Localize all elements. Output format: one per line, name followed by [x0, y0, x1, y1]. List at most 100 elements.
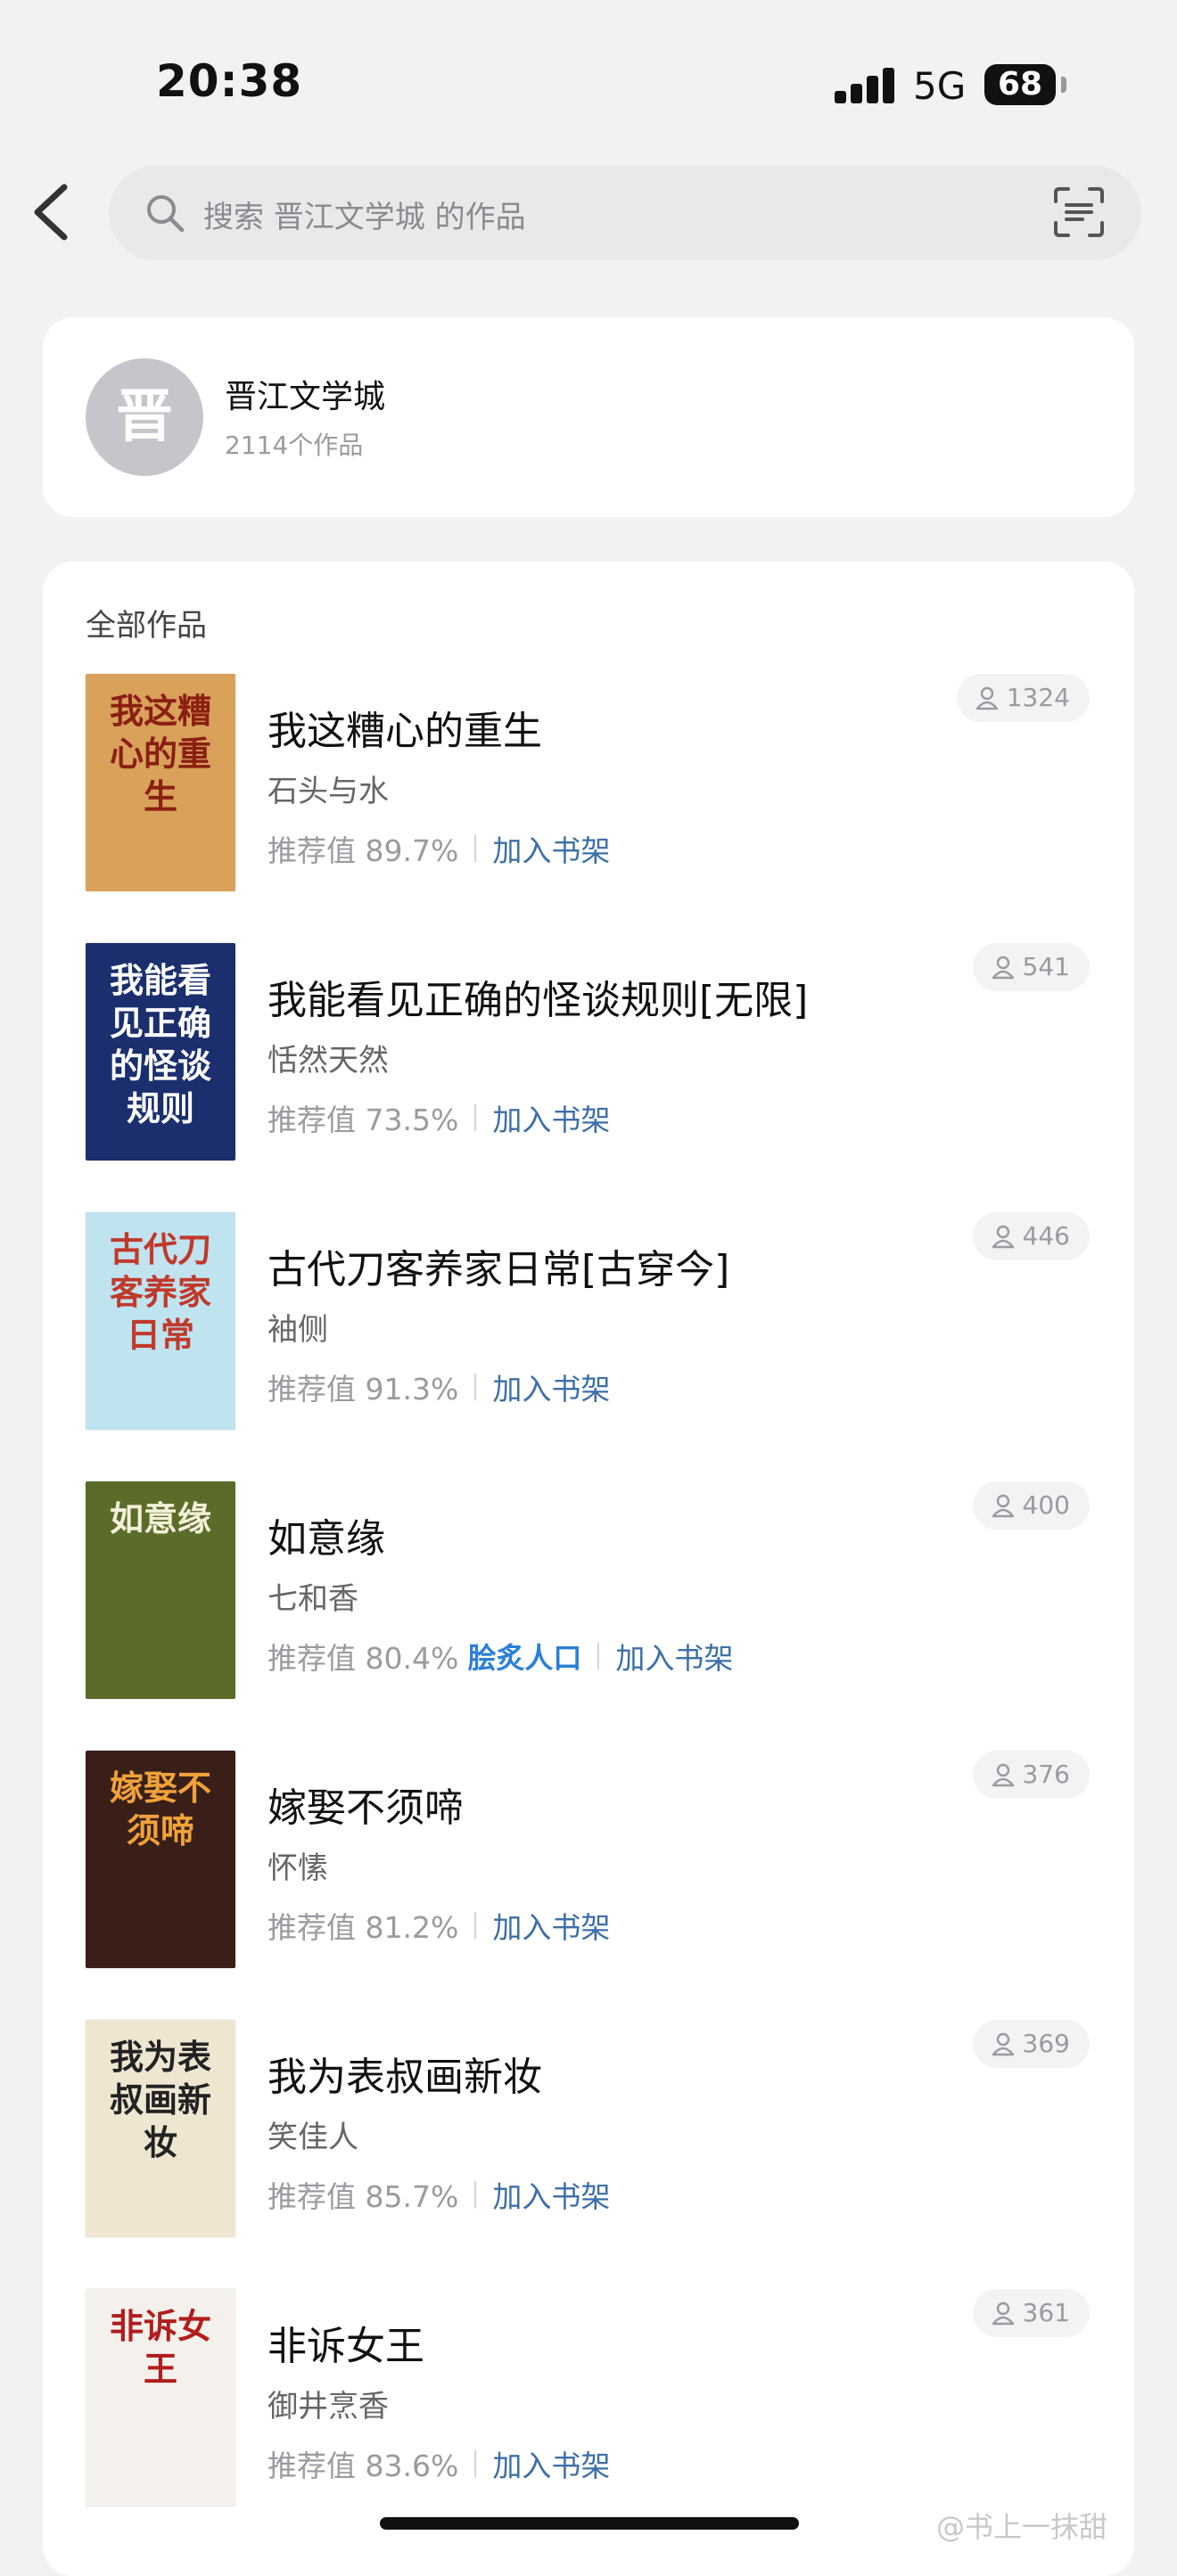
book-item[interactable]: 嫁娶不须啼 嫁娶不须啼 怀愫 推荐值 81.2% 加入书架 376 [43, 1751, 1134, 1970]
status-bar: 20:38 5G 68 [0, 0, 1177, 160]
divider [474, 1912, 477, 1939]
add-to-shelf-button[interactable]: 加入书架 [492, 1366, 610, 1408]
book-author[interactable]: 笑佳人 [268, 2112, 358, 2156]
book-meta: 推荐值 89.7% 加入书架 [268, 827, 610, 870]
book-meta: 推荐值 80.4% 脍炙人口 加入书架 [268, 1635, 733, 1678]
read-count: 369 [1022, 2029, 1070, 2058]
book-cover[interactable]: 我为表叔画新妆 [86, 2020, 235, 2237]
book-title: 嫁娶不须啼 [268, 1785, 464, 1831]
book-item[interactable]: 古代刀客养家日常 古代刀客养家日常[古穿今] 袖侧 推荐值 91.3% 加入书架 … [43, 1212, 1134, 1432]
person-icon [975, 686, 998, 710]
cover-title: 我能看见正确的怪谈规则 [109, 960, 211, 1128]
recommend-value: 推荐值 73.5% [268, 1103, 459, 1137]
book-cover[interactable]: 我能看见正确的怪谈规则 [86, 943, 235, 1161]
read-count: 1324 [1006, 683, 1070, 712]
add-to-shelf-button[interactable]: 加入书架 [492, 1904, 610, 1947]
person-icon [992, 956, 1014, 980]
publisher-card[interactable]: 晋 晋江文学城 2114个作品 [43, 317, 1134, 517]
book-title: 我这糟心的重生 [268, 709, 542, 754]
add-to-shelf-button[interactable]: 加入书架 [492, 1096, 610, 1139]
divider [474, 1104, 477, 1131]
recommend-value: 推荐值 81.2% [268, 1910, 459, 1945]
divider [474, 2450, 477, 2477]
book-title: 古代刀客养家日常[古穿今] [268, 1247, 730, 1292]
book-title: 我为表叔画新妆 [268, 2055, 542, 2100]
read-count-badge: 376 [972, 1751, 1090, 1799]
person-icon [992, 2301, 1014, 2326]
home-indicator[interactable] [380, 2517, 799, 2530]
publisher-name: 晋江文学城 [225, 379, 386, 415]
cover-title: 非诉女王 [109, 2306, 211, 2389]
book-item[interactable]: 如意缘 如意缘 七和香 推荐值 80.4% 脍炙人口 加入书架 400 [43, 1481, 1134, 1701]
book-meta: 推荐值 81.2% 加入书架 [268, 1904, 610, 1947]
book-title: 如意缘 [268, 1516, 385, 1562]
add-to-shelf-button[interactable]: 加入书架 [492, 827, 610, 870]
book-cover[interactable]: 嫁娶不须啼 [86, 1751, 235, 1968]
book-cover[interactable]: 我这糟心的重生 [86, 674, 235, 891]
book-title: 我能看见正确的怪谈规则[无限] [268, 978, 809, 1023]
cover-title: 古代刀客养家日常 [109, 1229, 211, 1355]
cellular-signal-icon [835, 66, 895, 103]
read-count-badge: 1324 [956, 674, 1090, 722]
search-bar[interactable]: 搜索 晋江文学城 的作品 [109, 166, 1141, 260]
network-type: 5G [913, 64, 967, 108]
read-count: 361 [1022, 2298, 1070, 2327]
book-cover[interactable]: 古代刀客养家日常 [86, 1212, 235, 1430]
divider [474, 2181, 477, 2208]
person-icon [992, 1763, 1014, 1787]
person-icon [992, 1225, 1014, 1249]
search-placeholder: 搜索 晋江文学城 的作品 [203, 200, 526, 235]
battery-level: 68 [997, 66, 1043, 103]
publisher-work-count: 2114个作品 [225, 431, 364, 460]
read-count: 541 [1022, 952, 1070, 981]
watermark: @书上一抹甜 [936, 2510, 1108, 2544]
book-meta: 推荐值 73.5% 加入书架 [268, 1096, 610, 1139]
book-author[interactable]: 怀愫 [268, 1843, 328, 1887]
read-count-badge: 361 [972, 2289, 1090, 2337]
recommend-value: 推荐值 85.7% [268, 2179, 459, 2214]
publisher-avatar: 晋 [86, 358, 203, 476]
book-author[interactable]: 七和香 [268, 1574, 358, 1618]
divider [474, 835, 477, 862]
battery-tip [1061, 77, 1066, 93]
book-meta: 推荐值 85.7% 加入书架 [268, 2173, 610, 2216]
book-item[interactable]: 我能看见正确的怪谈规则 我能看见正确的怪谈规则[无限] 恬然天然 推荐值 73.… [43, 943, 1134, 1162]
read-count: 400 [1022, 1490, 1070, 1520]
works-list-card: 全部作品 我这糟心的重生 我这糟心的重生 石头与水 推荐值 89.7% 加入书架 … [43, 562, 1134, 2576]
recommend-value: 推荐值 89.7% [268, 833, 459, 868]
add-to-shelf-button[interactable]: 加入书架 [492, 2173, 610, 2216]
cover-title: 如意缘 [109, 1498, 211, 1538]
book-author[interactable]: 恬然天然 [268, 1036, 389, 1079]
recommend-value: 推荐值 83.6% [268, 2449, 459, 2483]
book-author[interactable]: 袖侧 [268, 1305, 328, 1349]
read-count-badge: 400 [972, 1481, 1090, 1530]
back-icon[interactable] [27, 178, 75, 246]
book-item[interactable]: 非诉女王 非诉女王 御井烹香 推荐值 83.6% 加入书架 361 [43, 2289, 1134, 2508]
cover-title: 嫁娶不须啼 [109, 1768, 211, 1850]
book-author[interactable]: 石头与水 [268, 767, 389, 810]
person-icon [992, 2032, 1014, 2056]
read-count-badge: 369 [972, 2020, 1090, 2068]
book-meta: 推荐值 91.3% 加入书架 [268, 1366, 610, 1408]
book-title: 非诉女王 [268, 2324, 424, 2369]
add-to-shelf-button[interactable]: 加入书架 [492, 2442, 610, 2485]
book-item[interactable]: 我为表叔画新妆 我为表叔画新妆 笑佳人 推荐值 85.7% 加入书架 369 [43, 2020, 1134, 2239]
add-to-shelf-button[interactable]: 加入书架 [615, 1635, 733, 1678]
scan-icon[interactable] [1052, 185, 1106, 239]
recommend-value: 推荐值 80.4% [268, 1641, 459, 1676]
recommend-value: 推荐值 91.3% [268, 1372, 459, 1407]
book-author[interactable]: 御井烹香 [268, 2382, 389, 2425]
divider [474, 1374, 477, 1400]
book-item[interactable]: 我这糟心的重生 我这糟心的重生 石头与水 推荐值 89.7% 加入书架 1324 [43, 674, 1134, 893]
section-title: 全部作品 [86, 608, 207, 644]
battery-icon: 68 [984, 64, 1056, 105]
read-count-badge: 541 [972, 943, 1090, 991]
status-time: 20:38 [156, 55, 303, 107]
person-icon [992, 1494, 1014, 1518]
book-meta: 推荐值 83.6% 加入书架 [268, 2442, 610, 2485]
read-count-badge: 446 [972, 1212, 1090, 1260]
book-cover[interactable]: 如意缘 [86, 1481, 235, 1699]
read-count: 376 [1022, 1760, 1070, 1789]
book-cover[interactable]: 非诉女王 [86, 2289, 235, 2506]
cover-title: 我这糟心的重生 [109, 691, 211, 816]
